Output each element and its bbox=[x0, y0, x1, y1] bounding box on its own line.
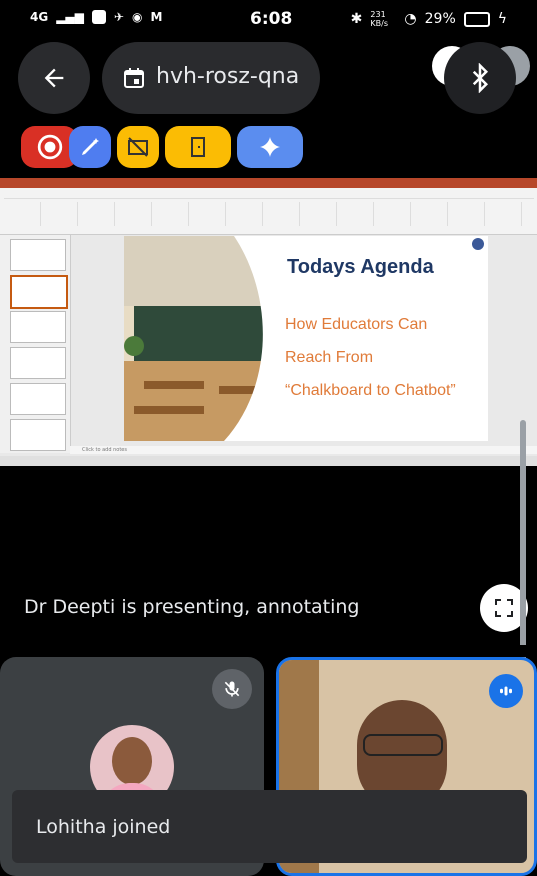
mic-off-icon bbox=[224, 681, 240, 697]
powerpoint-status-bar bbox=[0, 456, 537, 466]
meeting-info-button[interactable]: hvh-rosz-qna bbox=[102, 42, 320, 114]
slide-line: “Chalkboard to Chatbot” bbox=[285, 382, 456, 399]
annotate-icon bbox=[82, 138, 99, 155]
slide-thumbnail[interactable] bbox=[10, 311, 66, 343]
presenting-status: Dr Deepti is presenting, annotating bbox=[24, 596, 360, 618]
gemini-button[interactable] bbox=[237, 126, 303, 168]
ribbon-groups bbox=[4, 202, 524, 226]
annotate-button[interactable] bbox=[69, 126, 111, 168]
ribbon-tabs bbox=[4, 192, 534, 199]
notes-pane[interactable]: Click to add notes bbox=[70, 446, 537, 454]
glasses bbox=[363, 734, 443, 756]
current-slide: Todays Agenda How Educators Can Reach Fr… bbox=[124, 236, 488, 441]
notes-placeholder: Click to add notes bbox=[82, 447, 127, 453]
audio-output-button[interactable] bbox=[444, 42, 516, 114]
status-left: 4G ▂▄▆ ✈ ◉ M bbox=[30, 10, 162, 24]
slide-body: How Educators Can Reach From “Chalkboard… bbox=[285, 308, 456, 407]
bluetooth-icon bbox=[472, 63, 489, 93]
signal-icon: ▂▄▆ bbox=[56, 10, 84, 24]
status-bar: 4G ▂▄▆ ✈ ◉ M 6:08 ✱ 231 KB/s ◔ 29% ϟ bbox=[0, 0, 537, 42]
whatsapp-icon: ◉ bbox=[131, 10, 143, 24]
shared-screen[interactable]: Todays Agenda How Educators Can Reach Fr… bbox=[0, 178, 537, 466]
speed-label: 231 KB/s bbox=[370, 10, 389, 28]
join-toast: Lohitha joined bbox=[12, 790, 527, 863]
powerpoint-ribbon bbox=[0, 188, 537, 235]
status-time: 6:08 bbox=[250, 9, 293, 29]
calendar-icon bbox=[124, 68, 144, 88]
status-right: ✱ 231 KB/s ◔ 29% ϟ bbox=[351, 10, 507, 28]
back-button[interactable] bbox=[18, 42, 90, 114]
speaking-indicator bbox=[489, 674, 523, 708]
slide-line: Reach From bbox=[285, 349, 374, 366]
no-camera-icon bbox=[128, 137, 148, 157]
logo-icon bbox=[472, 238, 484, 250]
message-icon bbox=[91, 10, 106, 24]
slide-thumbnails bbox=[0, 235, 71, 453]
muted-indicator bbox=[212, 669, 252, 709]
audio-level-icon bbox=[500, 686, 512, 696]
slide-line: How Educators Can bbox=[285, 316, 428, 333]
fullscreen-icon bbox=[495, 599, 513, 617]
tile-gap bbox=[0, 645, 537, 657]
toast-message: Lohitha joined bbox=[36, 816, 171, 838]
leave-button[interactable] bbox=[165, 126, 231, 168]
mcdonalds-icon: M bbox=[150, 10, 163, 24]
slide-thumbnail[interactable] bbox=[10, 383, 66, 415]
avatar-face bbox=[112, 737, 152, 785]
slide-thumbnail[interactable] bbox=[10, 419, 66, 451]
slide-thumbnail-active[interactable] bbox=[10, 275, 68, 309]
telegram-icon: ✈ bbox=[113, 10, 124, 24]
battery-label: 29% bbox=[424, 11, 456, 27]
battery-icon bbox=[463, 11, 490, 27]
classroom-image bbox=[124, 236, 284, 441]
network-label: 4G bbox=[30, 10, 49, 24]
meeting-code: hvh-rosz-qna bbox=[156, 64, 300, 89]
bluetooth-status-icon: ✱ bbox=[350, 11, 363, 27]
camera-off-button[interactable] bbox=[117, 126, 159, 168]
slide-thumbnail[interactable] bbox=[10, 239, 66, 271]
wifi-icon: ◔ bbox=[404, 11, 417, 27]
record-icon bbox=[37, 134, 62, 160]
slide-title: Todays Agenda bbox=[287, 256, 434, 278]
back-arrow-icon bbox=[44, 68, 64, 88]
sparkle-icon bbox=[260, 137, 280, 157]
slide-thumbnail[interactable] bbox=[10, 347, 66, 379]
app-titlebar bbox=[0, 178, 537, 188]
exit-icon bbox=[191, 137, 205, 157]
charging-icon: ϟ bbox=[497, 11, 507, 27]
